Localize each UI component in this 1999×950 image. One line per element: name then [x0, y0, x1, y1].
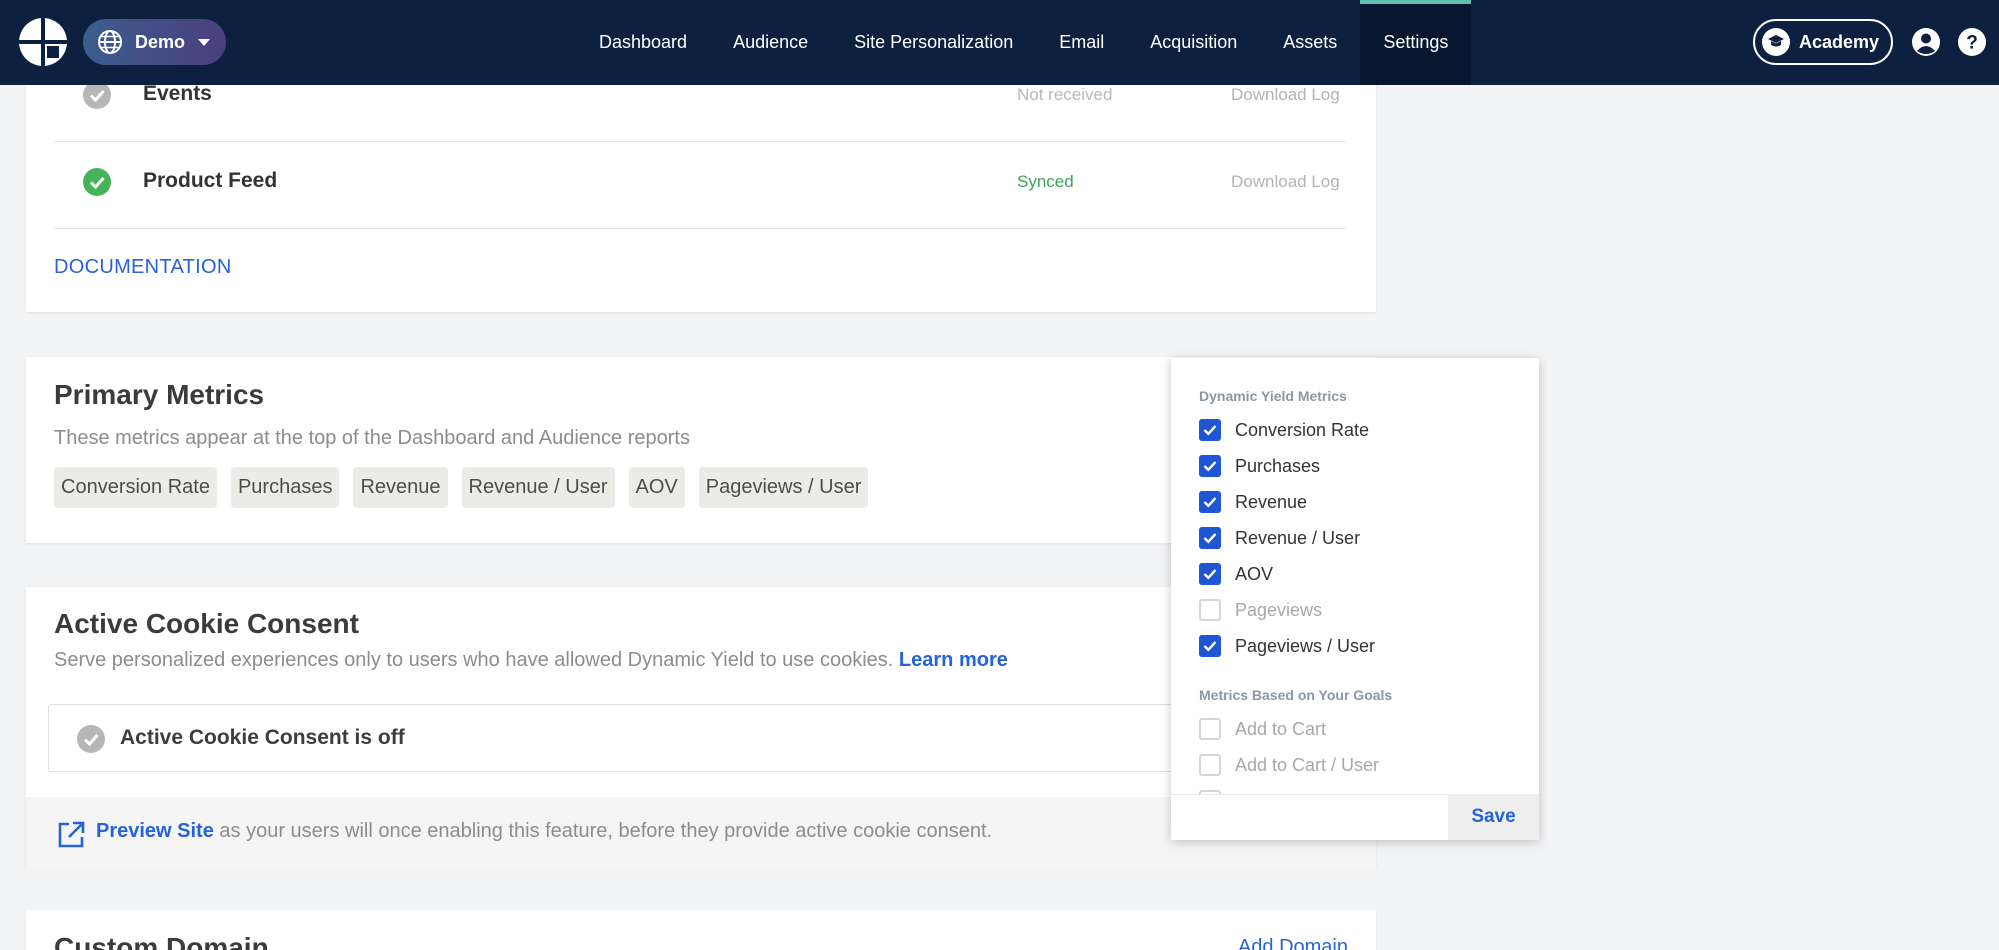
- metric-option-pageviews[interactable]: Pageviews: [1199, 598, 1322, 622]
- logo-icon[interactable]: [19, 18, 67, 66]
- metric-option-revenue[interactable]: Revenue: [1199, 490, 1307, 514]
- svg-text:?: ?: [1966, 33, 1978, 54]
- integration-row-product-feed: Product Feed Synced Download Log: [54, 142, 1346, 229]
- metric-option-label: Add to Cart: [1235, 718, 1327, 739]
- metric-option-label: Conversion Rate: [1235, 419, 1370, 440]
- dynamic-yield-metrics-heading: Dynamic Yield Metrics: [1199, 388, 1347, 404]
- metric-option-revenue-per-user[interactable]: Revenue / User: [1199, 526, 1360, 550]
- checkbox-unchecked[interactable]: [1199, 599, 1221, 621]
- nav-email[interactable]: Email: [1036, 0, 1127, 85]
- globe-icon: [98, 30, 122, 54]
- metric-option-label: Purchases: [1235, 455, 1321, 476]
- metric-chip: Pageviews / User: [698, 467, 869, 508]
- site-name: Demo: [135, 31, 186, 52]
- checkbox-checked[interactable]: [1199, 563, 1221, 585]
- help-icon[interactable]: ?: [1957, 27, 1987, 57]
- integration-title: Events: [143, 82, 212, 105]
- metric-chip: AOV: [628, 467, 685, 508]
- primary-metrics-chips[interactable]: Conversion Rate Purchases Revenue Revenu…: [54, 467, 869, 508]
- cookie-consent-description: Serve personalized experiences only to u…: [54, 649, 894, 671]
- cookie-consent-status-box[interactable]: Active Cookie Consent is off: [48, 704, 1358, 772]
- dropdown-footer: Save: [1171, 794, 1539, 840]
- metric-option-add-to-cart[interactable]: Add to Cart: [1199, 717, 1326, 741]
- integrations-card: Events Not received Download Log Product…: [26, 55, 1376, 312]
- cookie-consent-title: Active Cookie Consent: [54, 608, 359, 639]
- nav-settings[interactable]: Settings: [1360, 0, 1472, 85]
- metric-option-label: Pageviews / User: [1235, 635, 1376, 656]
- goal-metrics-heading: Metrics Based on Your Goals: [1199, 687, 1393, 703]
- metric-option-purchases[interactable]: Purchases: [1199, 454, 1320, 478]
- metric-option-conversion-rate[interactable]: Conversion Rate: [1199, 418, 1369, 442]
- custom-domain-card: Custom Domain Add Domain: [26, 910, 1376, 950]
- metric-option-add-to-cart-per-user[interactable]: Add to Cart / User: [1199, 753, 1379, 777]
- nav-site-personalization[interactable]: Site Personalization: [831, 0, 1036, 85]
- checkbox-checked[interactable]: [1199, 635, 1221, 657]
- nav-dashboard[interactable]: Dashboard: [576, 0, 710, 85]
- primary-metrics-subtitle: These metrics appear at the top of the D…: [54, 427, 690, 449]
- checkbox-checked[interactable]: [1199, 419, 1221, 441]
- check-circle-icon: [83, 81, 111, 109]
- metric-option-label: Add to Cart / User: [1235, 754, 1380, 775]
- metric-option-label: Pageviews: [1235, 599, 1323, 620]
- add-domain-link[interactable]: Add Domain: [1238, 936, 1348, 950]
- custom-domain-title: Custom Domain: [54, 932, 269, 950]
- metric-chip: Revenue / User: [461, 467, 615, 508]
- check-circle-icon: [77, 725, 105, 753]
- cookie-consent-status: Active Cookie Consent is off: [120, 726, 405, 749]
- checkbox-checked[interactable]: [1199, 491, 1221, 513]
- integration-status: Not received: [1017, 85, 1113, 104]
- checkbox-unchecked[interactable]: [1199, 718, 1221, 740]
- graduation-cap-icon: [1762, 28, 1790, 56]
- academy-button[interactable]: Academy: [1753, 19, 1893, 65]
- preview-site-link[interactable]: Preview Site: [96, 820, 214, 842]
- primary-metrics-title: Primary Metrics: [54, 379, 265, 410]
- user-icon[interactable]: [1911, 27, 1941, 57]
- metric-option-pageviews-per-user[interactable]: Pageviews / User: [1199, 634, 1375, 658]
- top-navigation-bar: Demo Dashboard Audience Site Personaliza…: [0, 0, 1999, 85]
- metric-chip: Conversion Rate: [54, 467, 217, 508]
- academy-label: Academy: [1799, 31, 1880, 52]
- external-link-icon[interactable]: [56, 820, 86, 850]
- nav-audience[interactable]: Audience: [710, 0, 831, 85]
- metric-chip: Purchases: [230, 467, 340, 508]
- save-button[interactable]: Save: [1448, 794, 1539, 840]
- nav-acquisition[interactable]: Acquisition: [1127, 0, 1260, 85]
- metrics-selector-dropdown: Dynamic Yield Metrics Conversion Rate Pu…: [1171, 358, 1539, 840]
- checkbox-checked[interactable]: [1199, 455, 1221, 477]
- metric-option-label: Revenue / User: [1235, 527, 1361, 548]
- nav-assets[interactable]: Assets: [1260, 0, 1360, 85]
- chevron-down-icon: [198, 38, 211, 46]
- metric-option-label: Revenue: [1235, 491, 1308, 512]
- integration-status: Synced: [1017, 172, 1074, 191]
- integration-title: Product Feed: [143, 169, 278, 192]
- metric-chip: Revenue: [353, 467, 448, 508]
- cookie-consent-subtitle: Serve personalized experiences only to u…: [54, 649, 1008, 672]
- download-log-link[interactable]: Download Log: [1231, 172, 1340, 192]
- learn-more-link[interactable]: Learn more: [899, 649, 1008, 671]
- checkbox-checked[interactable]: [1199, 527, 1221, 549]
- preview-site-text: Preview Site as your users will once ena…: [96, 820, 992, 843]
- preview-site-description: as your users will once enabling this fe…: [219, 820, 993, 842]
- metric-option-aov[interactable]: AOV: [1199, 562, 1273, 586]
- main-nav-links: Dashboard Audience Site Personalization …: [576, 0, 1472, 85]
- checkbox-unchecked[interactable]: [1199, 754, 1221, 776]
- site-selector[interactable]: Demo: [83, 19, 226, 65]
- check-circle-icon: [83, 168, 111, 196]
- download-log-link[interactable]: Download Log: [1231, 85, 1340, 105]
- metric-option-label: AOV: [1235, 563, 1274, 584]
- documentation-link[interactable]: DOCUMENTATION: [54, 256, 232, 279]
